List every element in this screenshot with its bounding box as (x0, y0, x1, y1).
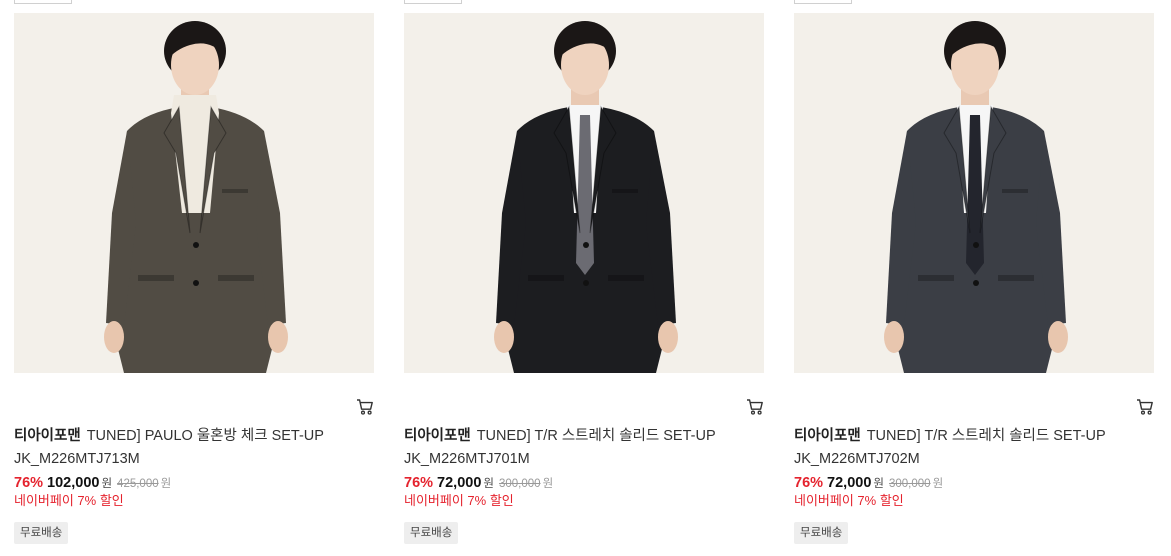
original-price: 425,000 (117, 478, 159, 490)
model-photo (794, 13, 1154, 373)
original-price-unit: 원 (160, 478, 172, 490)
jacket-button (583, 280, 589, 286)
right-pocket (998, 275, 1034, 281)
naverpay-discount: 네이버페이 7% 할인 (14, 493, 124, 508)
product-title[interactable]: 티아이포맨 TUNED] T/R 스트레치 솔리드 SET-UP (404, 427, 764, 445)
left-hand (884, 321, 904, 353)
free-shipping-badge: 무료배송 (404, 522, 459, 544)
chest-pocket (222, 189, 248, 193)
price-row: 76% 102,000 원 425,000 원 (14, 474, 171, 492)
left-pocket (528, 275, 564, 281)
product-name: TUNED] T/R 스트레치 솔리드 SET-UP (476, 428, 716, 444)
naverpay-discount: 네이버페이 7% 할인 (794, 493, 904, 508)
original-price-unit: 원 (542, 478, 554, 490)
discount-rate: 76% (14, 475, 44, 491)
left-hand (494, 321, 514, 353)
product-image[interactable] (14, 13, 374, 373)
right-hand (1048, 321, 1068, 353)
price-row: 76% 72,000 원 300,000 원 (794, 474, 943, 492)
price-unit: 원 (483, 478, 494, 490)
product-code: JK_M226MTJ701M (404, 451, 530, 467)
cart-icon (357, 399, 373, 415)
product-card[interactable]: 티아이포맨 TUNED] T/R 스트레치 솔리드 SET-UP JK_M226M… (794, 0, 1154, 556)
jacket-button (193, 280, 199, 286)
product-name: TUNED] PAULO 울혼방 체크 SET-UP (86, 428, 324, 444)
product-title[interactable]: 티아이포맨 TUNED] PAULO 울혼방 체크 SET-UP (14, 427, 374, 445)
product-image[interactable] (794, 13, 1154, 373)
add-to-cart-button[interactable] (1136, 398, 1154, 416)
sale-price: 72,000 (827, 475, 872, 491)
jacket-button (973, 242, 979, 248)
product-code: JK_M226MTJ713M (14, 451, 140, 467)
right-pocket (608, 275, 644, 281)
brand-name: 티아이포맨 (14, 428, 81, 444)
right-pocket (218, 275, 254, 281)
model-photo (14, 13, 374, 373)
left-hand (104, 321, 124, 353)
original-price: 300,000 (498, 478, 541, 490)
sale-price: 72,000 (437, 475, 482, 491)
previous-row-badge (404, 0, 462, 4)
original-price: 300,000 (888, 478, 931, 490)
right-hand (268, 321, 288, 353)
product-code: JK_M226MTJ702M (794, 451, 920, 467)
sale-price: 102,000 (47, 475, 100, 491)
product-name: TUNED] T/R 스트레치 솔리드 SET-UP (866, 428, 1106, 444)
naverpay-discount: 네이버페이 7% 할인 (404, 493, 514, 508)
left-pocket (138, 275, 174, 281)
chest-pocket (612, 189, 638, 193)
price-row: 76% 72,000 원 300,000 원 (404, 474, 553, 492)
jacket-button (583, 242, 589, 248)
product-card[interactable]: 티아이포맨 TUNED] PAULO 울혼방 체크 SET-UP JK_M226M… (14, 0, 374, 556)
cart-icon (1137, 399, 1153, 415)
free-shipping-badge: 무료배송 (14, 522, 69, 544)
discount-rate: 76% (404, 475, 434, 491)
free-shipping-badge: 무료배송 (794, 522, 849, 544)
product-image[interactable] (404, 13, 764, 373)
right-hand (658, 321, 678, 353)
model-photo (404, 13, 764, 373)
price-unit: 원 (873, 478, 884, 490)
add-to-cart-button[interactable] (356, 398, 374, 416)
product-grid: 티아이포맨 TUNED] PAULO 울혼방 체크 SET-UP JK_M226M… (14, 0, 1154, 556)
add-to-cart-button[interactable] (746, 398, 764, 416)
brand-name: 티아이포맨 (794, 428, 861, 444)
jacket-button (193, 242, 199, 248)
price-unit: 원 (101, 478, 113, 490)
left-pocket (918, 275, 954, 281)
jacket-button (973, 280, 979, 286)
chest-pocket (1002, 189, 1028, 193)
previous-row-badge (14, 0, 72, 4)
product-title[interactable]: 티아이포맨 TUNED] T/R 스트레치 솔리드 SET-UP (794, 427, 1154, 445)
brand-name: 티아이포맨 (404, 428, 471, 444)
original-price-unit: 원 (932, 478, 944, 490)
cart-icon (747, 399, 763, 415)
previous-row-badge (794, 0, 852, 4)
product-card[interactable]: 티아이포맨 TUNED] T/R 스트레치 솔리드 SET-UP JK_M226M… (404, 0, 764, 556)
discount-rate: 76% (794, 475, 824, 491)
